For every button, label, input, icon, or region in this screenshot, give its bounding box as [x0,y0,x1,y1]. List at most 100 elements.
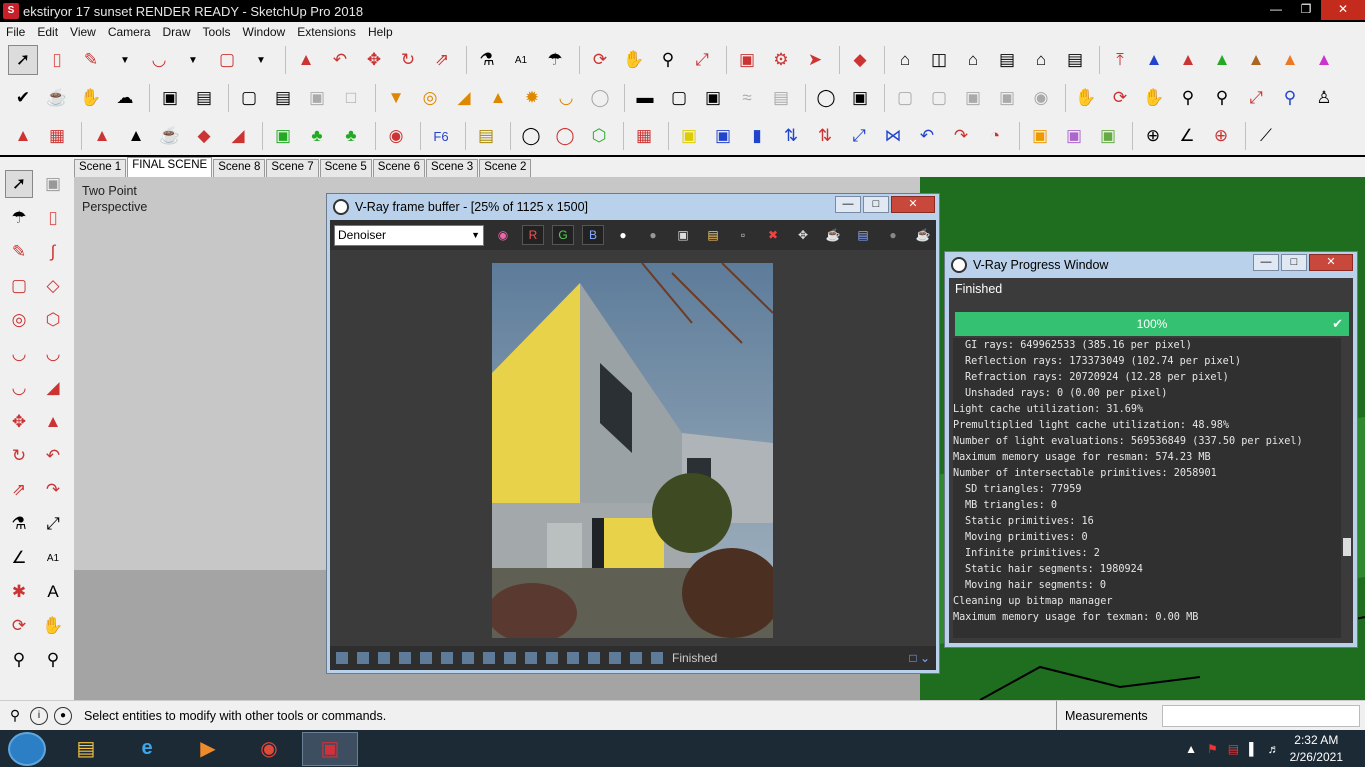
outer-shell-icon[interactable]: ▲ [1309,45,1339,75]
menu-edit[interactable]: Edit [31,25,64,39]
select-tool-icon[interactable]: ➚ [5,170,33,198]
tape-measure-icon[interactable]: ⚗ [472,45,502,75]
zoom-window-icon[interactable]: ⚲ [1207,83,1237,113]
vray-logo-icon[interactable]: ✔ [8,83,38,113]
component-icon[interactable]: ▣ [268,121,298,151]
ies-light-icon[interactable]: ◢ [449,83,479,113]
smoove-icon[interactable]: ▲ [87,121,117,151]
menu-draw[interactable]: Draw [157,25,197,39]
media-player-icon[interactable]: ▶ [180,732,236,766]
pan-icon[interactable]: ✋ [39,612,67,640]
gray-dot-icon[interactable]: ● [642,225,664,245]
clipboard-icon[interactable]: ▫ [732,225,754,245]
vfb-minimize-button[interactable]: — [835,196,861,213]
color-mix-icon[interactable]: ◉ [492,225,514,245]
zoom-icon[interactable]: ⚲ [653,45,683,75]
text-tool-icon[interactable]: A1 [506,45,536,75]
blue-channel-button[interactable]: B [582,225,604,245]
arc-icon[interactable]: ◡ [144,45,174,75]
add-detail-icon[interactable]: ◆ [189,121,219,151]
move-icon[interactable]: ✥ [5,408,33,436]
lock-icon[interactable]: □ [336,83,366,113]
zoom-icon[interactable]: ⚲ [5,646,33,674]
stamp-icon[interactable]: ▲ [121,121,151,151]
arrows-blue-icon[interactable]: ⇅ [776,121,806,151]
redo-red-icon[interactable]: ↷ [946,121,976,151]
eraser-icon[interactable]: ▯ [39,204,67,232]
pie-icon[interactable]: ◢ [39,374,67,402]
tab-scene-7[interactable]: Scene 7 [266,159,319,177]
ruby-console-icon[interactable]: ◆ [845,45,875,75]
mesh-clipper-icon[interactable]: ▤ [766,83,796,113]
polyhedron-icon[interactable]: ⬡ [584,121,614,151]
push-pull-icon[interactable]: ▲ [39,408,67,436]
red-channel-button[interactable]: R [522,225,544,245]
zoom-icon[interactable]: ⚲ [1173,83,1203,113]
push-pull-icon[interactable]: ▲ [291,45,321,75]
chevron-down-icon[interactable]: ▼ [246,45,276,75]
pan-icon[interactable]: ✋ [619,45,649,75]
settings-icon[interactable] [504,652,516,664]
shapes-icon[interactable]: ◯ [550,121,580,151]
hidden-line-icon[interactable]: ▢ [924,83,954,113]
shell-icon[interactable]: ◯ [516,121,546,151]
3d-warehouse-icon[interactable]: ▣ [732,45,762,75]
solid-trim-icon[interactable]: ▲ [1241,45,1271,75]
paint-bucket-icon[interactable]: ☂ [5,204,33,232]
cube-blue-icon[interactable]: ▣ [708,121,738,151]
left-view-icon[interactable]: ▤ [1060,45,1090,75]
3d-text-icon[interactable]: A [39,578,67,606]
tab-final-scene[interactable]: FINAL SCENE [127,157,213,177]
undo-blue-icon[interactable]: ↶ [912,121,942,151]
solid-union-icon[interactable]: ▲ [1173,45,1203,75]
cube-green-icon[interactable]: ▣ [1093,121,1123,151]
menu-camera[interactable]: Camera [102,25,157,39]
tab-scene-3[interactable]: Scene 3 [426,159,479,177]
pie-icon[interactable]: ◔ [980,121,1010,151]
table-icon[interactable] [567,652,579,664]
bars-icon[interactable] [630,652,642,664]
component-tool-icon[interactable]: ▣ [39,170,67,198]
shaded-icon[interactable]: ▣ [958,83,988,113]
previous-view-icon[interactable]: ⚲ [1275,83,1305,113]
render-teapot-icon[interactable]: ☕ [822,225,844,245]
tab-scene-6[interactable]: Scene 6 [372,159,425,177]
flag-icon[interactable]: ⚑ [1207,742,1218,756]
grid-icon[interactable] [651,652,663,664]
flip-edge-icon[interactable]: ◢ [223,121,253,151]
clear-image-icon[interactable]: ✖ [762,225,784,245]
tray-expand-icon[interactable]: ▲ [1185,742,1197,756]
vfb-close-button[interactable]: ✕ [891,196,935,213]
region-render-icon[interactable]: ✥ [792,225,814,245]
volume-icon[interactable]: ♬ [1268,742,1280,756]
rectangle-icon[interactable]: ▢ [212,45,242,75]
progress-close-button[interactable]: ✕ [1309,254,1353,271]
progress-maximize-button[interactable]: □ [1281,254,1307,271]
frame-buffer-icon[interactable]: ▣ [155,83,185,113]
sandbox-contours-icon[interactable]: ▲ [8,121,38,151]
scale-icon[interactable]: ⇗ [427,45,457,75]
top-view-icon[interactable]: ◫ [924,45,954,75]
tree-icon[interactable]: ♣ [302,121,332,151]
menu-tools[interactable]: Tools [197,25,237,39]
select-tool-icon[interactable]: ➚ [8,45,38,75]
save-image-icon[interactable]: ▣ [672,225,694,245]
font-tool-icon[interactable]: F6 [426,121,456,151]
rotated-rect-icon[interactable]: ◇ [39,272,67,300]
history-icon[interactable] [336,652,348,664]
clock[interactable]: 2:32 AM 2/26/2021 [1290,732,1343,766]
shaded-textures-icon[interactable]: ▣ [992,83,1022,113]
orbit-icon[interactable]: ⟳ [585,45,615,75]
chrome-icon[interactable]: ◉ [241,732,297,766]
tab-scene-2[interactable]: Scene 2 [479,159,532,177]
spot-light-icon[interactable]: ▼ [381,83,411,113]
menu-help[interactable]: Help [362,25,399,39]
vfb-maximize-button[interactable]: □ [863,196,889,213]
rect-light-icon[interactable]: ▤ [268,83,298,113]
proxy-icon[interactable]: ▣ [698,83,728,113]
layout-send-icon[interactable]: ➤ [800,45,830,75]
geo-location-icon[interactable]: ⚲ [6,707,24,725]
rotate-icon[interactable]: ↻ [393,45,423,75]
zoom-window-icon[interactable]: ⚲ [39,646,67,674]
cube-multi-icon[interactable]: ▣ [1059,121,1089,151]
